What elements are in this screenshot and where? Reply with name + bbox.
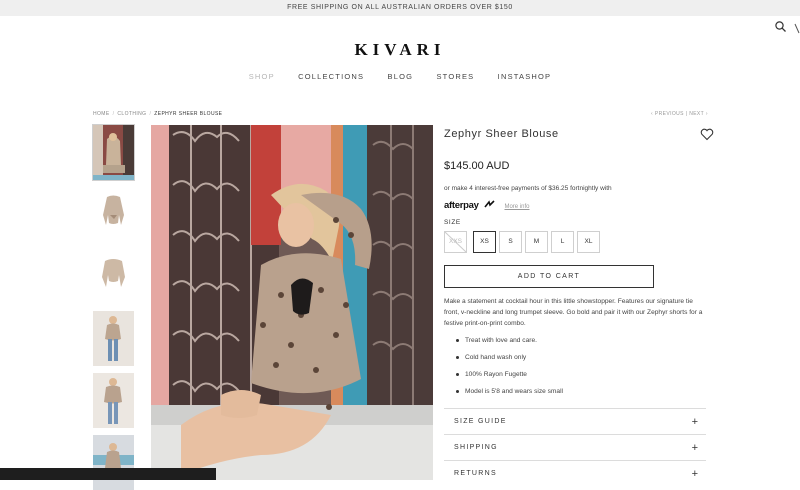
accordion-size-guide[interactable]: SIZE GUIDE + [444,408,706,435]
size-label: SIZE [444,219,461,226]
product-price: $145.00 AUD [444,160,510,172]
list-item: Treat with love and care. [456,337,537,344]
thumbnail-4[interactable] [93,311,134,366]
breadcrumb-current: ZEPHYR SHEER BLOUSE [154,111,223,117]
afterpay-row: afterpay More info [444,195,529,211]
product-main-image[interactable] [151,125,433,480]
nav-item-shop[interactable]: SHOP [249,72,275,81]
brand-logo[interactable]: KIVARI [0,40,800,60]
afterpay-more-info-link[interactable]: More info [504,204,529,210]
product-pager: ‹ PREVIOUS | NEXT › [651,111,708,117]
list-item: 100% Rayon Fugette [456,371,527,378]
horizontal-scrollbar[interactable] [0,468,216,480]
thumbnail-2[interactable] [93,187,134,242]
add-to-cart-button[interactable]: ADD TO CART [444,265,654,288]
afterpay-arrows-icon [484,200,495,208]
product-description: Make a statement at cocktail hour in thi… [444,298,703,327]
promo-banner: FREE SHIPPING ON ALL AUSTRALIAN ORDERS O… [0,0,800,16]
search-icon[interactable] [774,20,788,34]
next-link[interactable]: NEXT [689,111,704,117]
list-item: Model is 5'8 and wears size small [456,388,563,395]
previous-link[interactable]: PREVIOUS [655,111,684,117]
size-option-xxs[interactable]: XXS [444,231,467,253]
nav-item-instashop[interactable]: INSTASHOP [498,72,552,81]
size-option-xs[interactable]: XS [473,231,496,253]
thumbnail-6[interactable] [93,435,134,490]
size-option-m[interactable]: M [525,231,548,253]
heart-icon[interactable] [700,128,714,141]
product-title-area: Zephyr Sheer Blouse [444,128,714,140]
plus-icon: + [691,416,698,428]
main-nav: SHOP COLLECTIONS BLOG STORES INSTASHOP [0,72,800,81]
size-option-xl[interactable]: XL [577,231,600,253]
product-title: Zephyr Sheer Blouse [444,128,559,140]
plus-icon: + [691,442,698,454]
accordion-returns[interactable]: RETURNS + [444,460,706,487]
thumbnail-1[interactable] [92,124,135,181]
afterpay-message: or make 4 interest-free payments of $36.… [444,185,612,192]
breadcrumb: HOME / CLOTHING / ZEPHYR SHEER BLOUSE [93,111,223,117]
promo-text: FREE SHIPPING ON ALL AUSTRALIAN ORDERS O… [287,4,513,11]
list-item: Cold hand wash only [456,354,526,361]
header-icons [760,19,800,35]
thumbnail-3[interactable] [93,249,134,304]
size-option-l[interactable]: L [551,231,574,253]
size-option-s[interactable]: S [499,231,522,253]
thumbnail-5[interactable] [93,373,134,428]
menu-edge-icon[interactable] [794,21,800,34]
accordion-shipping[interactable]: SHIPPING + [444,434,706,461]
nav-item-blog[interactable]: BLOG [388,72,414,81]
plus-icon: + [691,468,698,480]
afterpay-logo: afterpay [444,200,479,211]
breadcrumb-category[interactable]: CLOTHING [117,111,146,117]
nav-item-collections[interactable]: COLLECTIONS [298,72,364,81]
nav-item-stores[interactable]: STORES [436,72,474,81]
breadcrumb-home[interactable]: HOME [93,111,110,117]
